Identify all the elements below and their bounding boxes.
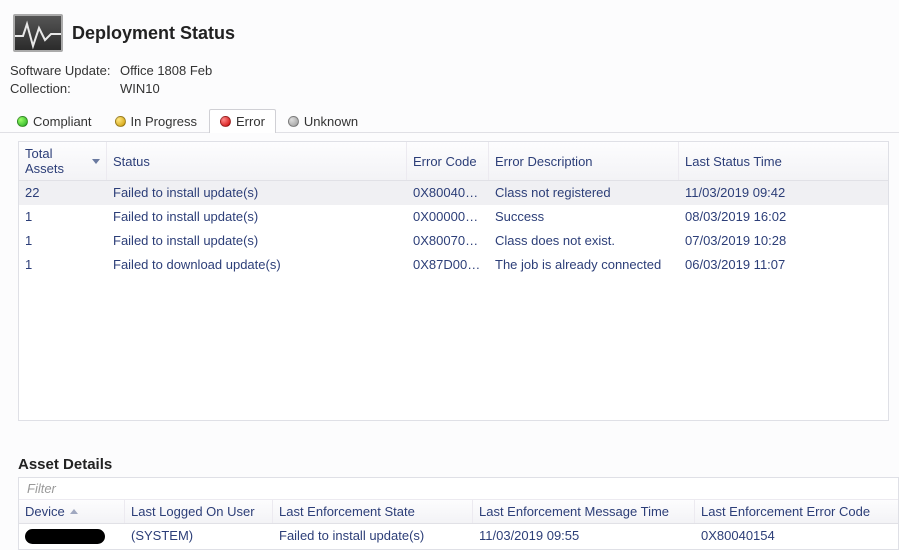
asset-details-title: Asset Details bbox=[18, 450, 899, 477]
status-table-header: Total Assets Status Error Code Error Des… bbox=[19, 142, 888, 181]
redacted-device-name bbox=[25, 529, 105, 544]
col-total-assets[interactable]: Total Assets bbox=[19, 142, 107, 180]
sort-asc-icon bbox=[70, 509, 78, 514]
cell-status: Failed to install update(s) bbox=[107, 183, 407, 202]
cell-status: Failed to install update(s) bbox=[107, 231, 407, 250]
status-tabs: Compliant In Progress Error Unknown bbox=[0, 108, 899, 133]
tab-in-progress-label: In Progress bbox=[131, 114, 197, 129]
software-update-value: Office 1808 Feb bbox=[120, 62, 212, 80]
table-row[interactable]: 1 Failed to install update(s) 0X80070583… bbox=[19, 229, 888, 253]
cell-error-description: Class does not exist. bbox=[489, 231, 679, 250]
col-device[interactable]: Device bbox=[19, 500, 125, 523]
col-last-status-time[interactable]: Last Status Time bbox=[679, 142, 879, 180]
tab-unknown-label: Unknown bbox=[304, 114, 358, 129]
collection-label: Collection: bbox=[10, 80, 120, 98]
col-last-enforcement-message-time[interactable]: Last Enforcement Message Time bbox=[473, 500, 695, 523]
tab-error-label: Error bbox=[236, 114, 265, 129]
cell-error-code: 0X80040154 bbox=[407, 183, 489, 202]
cell-error-code: 0X00000000 bbox=[407, 207, 489, 226]
cell-error-description: The job is already connected bbox=[489, 255, 679, 274]
software-update-label: Software Update: bbox=[10, 62, 120, 80]
cell-assets: 22 bbox=[19, 183, 107, 202]
page-title: Deployment Status bbox=[72, 23, 235, 44]
col-error-code-label: Error Code bbox=[413, 154, 477, 169]
tab-unknown[interactable]: Unknown bbox=[277, 109, 369, 133]
cell-time: 07/03/2019 10:28 bbox=[679, 231, 879, 250]
col-error-description[interactable]: Error Description bbox=[489, 142, 679, 180]
cell-assets: 1 bbox=[19, 231, 107, 250]
asset-details-row[interactable]: (SYSTEM) Failed to install update(s) 11/… bbox=[19, 524, 898, 549]
cell-assets: 1 bbox=[19, 207, 107, 226]
cell-device bbox=[19, 526, 125, 546]
cell-err-code: 0X80040154 bbox=[695, 526, 885, 546]
cell-msg-time: 11/03/2019 09:55 bbox=[473, 526, 695, 546]
cell-assets: 1 bbox=[19, 255, 107, 274]
col-device-label: Device bbox=[25, 504, 65, 519]
tab-error[interactable]: Error bbox=[209, 109, 276, 133]
dot-red-icon bbox=[220, 116, 231, 127]
col-last-status-time-label: Last Status Time bbox=[685, 154, 782, 169]
monitor-waveform-icon bbox=[10, 12, 66, 54]
col-status[interactable]: Status bbox=[107, 142, 407, 180]
cell-error-description: Class not registered bbox=[489, 183, 679, 202]
col-last-logged-on-user[interactable]: Last Logged On User bbox=[125, 500, 273, 523]
asset-details-section: Asset Details Filter Device Last Logged … bbox=[18, 450, 899, 550]
tab-in-progress[interactable]: In Progress bbox=[104, 109, 208, 133]
cell-time: 08/03/2019 16:02 bbox=[679, 207, 879, 226]
col-last-enforcement-message-time-label: Last Enforcement Message Time bbox=[479, 504, 669, 519]
col-error-code[interactable]: Error Code bbox=[407, 142, 489, 180]
dot-yellow-icon bbox=[115, 116, 126, 127]
cell-time: 06/03/2019 11:07 bbox=[679, 255, 879, 274]
cell-time: 11/03/2019 09:42 bbox=[679, 183, 879, 202]
sort-desc-icon bbox=[92, 159, 100, 164]
table-row[interactable]: 1 Failed to download update(s) 0X87D0024… bbox=[19, 253, 888, 277]
asset-details-header: Device Last Logged On User Last Enforcem… bbox=[19, 500, 898, 524]
filter-input[interactable]: Filter bbox=[19, 478, 898, 500]
asset-details-table: Filter Device Last Logged On User Last E… bbox=[18, 477, 899, 550]
dot-gray-icon bbox=[288, 116, 299, 127]
dot-green-icon bbox=[17, 116, 28, 127]
cell-state: Failed to install update(s) bbox=[273, 526, 473, 546]
cell-error-code: 0X80070583 bbox=[407, 231, 489, 250]
cell-error-description: Success bbox=[489, 207, 679, 226]
table-row[interactable]: 1 Failed to install update(s) 0X00000000… bbox=[19, 205, 888, 229]
col-status-label: Status bbox=[113, 154, 150, 169]
cell-user: (SYSTEM) bbox=[125, 526, 273, 546]
col-total-assets-label: Total Assets bbox=[25, 146, 87, 176]
col-last-logged-on-user-label: Last Logged On User bbox=[131, 504, 255, 519]
cell-error-code: 0X87D0024A bbox=[407, 255, 489, 274]
cell-status: Failed to install update(s) bbox=[107, 207, 407, 226]
col-last-enforcement-error-code-label: Last Enforcement Error Code bbox=[701, 504, 870, 519]
page-header: Deployment Status bbox=[0, 0, 899, 62]
col-last-enforcement-error-code[interactable]: Last Enforcement Error Code bbox=[695, 500, 885, 523]
tab-compliant-label: Compliant bbox=[33, 114, 92, 129]
cell-status: Failed to download update(s) bbox=[107, 255, 407, 274]
status-table: Total Assets Status Error Code Error Des… bbox=[18, 141, 889, 421]
col-error-description-label: Error Description bbox=[495, 154, 593, 169]
collection-value: WIN10 bbox=[120, 80, 160, 98]
meta-block: Software Update: Office 1808 Feb Collect… bbox=[0, 62, 899, 108]
table-row[interactable]: 22 Failed to install update(s) 0X8004015… bbox=[19, 181, 888, 205]
col-last-enforcement-state-label: Last Enforcement State bbox=[279, 504, 415, 519]
tab-compliant[interactable]: Compliant bbox=[6, 109, 103, 133]
col-last-enforcement-state[interactable]: Last Enforcement State bbox=[273, 500, 473, 523]
